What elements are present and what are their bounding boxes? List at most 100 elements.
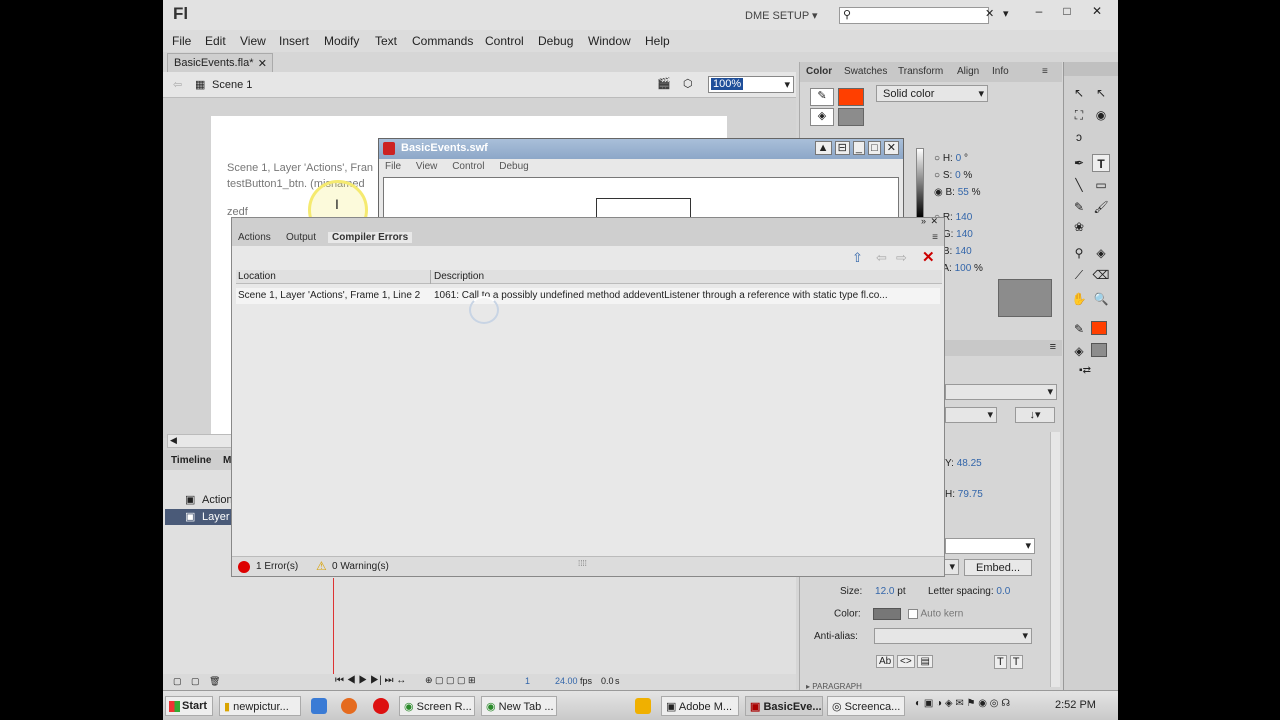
dropdown-icon[interactable]: ▾ [1003, 7, 1009, 20]
superscript-icon[interactable]: T [994, 655, 1007, 669]
tray-icons[interactable]: ◐ ▣ ◑ ◈ ✉ ⚑ ◉ ◎ ☊ [915, 698, 1010, 709]
fill-color-icon[interactable]: ◈ [810, 108, 834, 126]
document-tab[interactable]: BasicEvents.fla* ✕ [167, 53, 273, 72]
menu-debug[interactable]: Debug [538, 34, 573, 48]
pencil-tool-icon[interactable]: ✎ [1070, 198, 1088, 216]
ie-icon[interactable] [311, 698, 327, 714]
menu-view[interactable]: View [240, 34, 266, 48]
search-clear-icon[interactable]: ✕ [985, 7, 994, 20]
taskbar-item-new-tab[interactable]: ◉ New Tab ... [481, 696, 557, 716]
maximize-button[interactable]: □ [1053, 3, 1081, 19]
s-value[interactable]: 0 [955, 170, 961, 181]
tab-output[interactable]: Output [286, 232, 316, 243]
subscript-icon[interactable]: T [1009, 655, 1023, 669]
back-arrow-icon[interactable]: ⇦ [173, 78, 182, 91]
workspace-switcher[interactable]: DME SETUP ▾ [745, 9, 818, 22]
bone-tool-icon[interactable]: ⚲ [1070, 244, 1088, 262]
playhead[interactable] [333, 578, 334, 674]
tab-align[interactable]: Align [957, 66, 979, 77]
next-error-icon[interactable]: ⇨ [896, 250, 907, 266]
properties-scrollbar[interactable] [1050, 432, 1060, 687]
tab-transform[interactable]: Transform [898, 66, 943, 77]
taskbar-item-basicevents[interactable]: ▣ BasicEve... [745, 696, 823, 716]
taskbar-item-adobe[interactable]: ▣ Adobe M... [661, 696, 739, 716]
font-size-value[interactable]: 12.0 [875, 586, 894, 597]
radio-h[interactable]: ○ [934, 153, 940, 164]
radio-s[interactable]: ○ [934, 170, 940, 181]
blue-value[interactable]: 140 [955, 246, 972, 257]
opera-icon[interactable] [373, 698, 389, 714]
menu-commands[interactable]: Commands [412, 34, 473, 48]
resize-grip-icon[interactable]: ⁞⁞⁞⁞ [578, 559, 587, 568]
paint-bucket-tool-icon[interactable]: ◈ [1092, 244, 1110, 262]
swf-menu-view[interactable]: View [416, 161, 438, 172]
tab-swatches[interactable]: Swatches [844, 66, 887, 77]
eyedropper-tool-icon[interactable]: ⟋ [1070, 266, 1088, 284]
help-search-input[interactable]: ⚲ [839, 7, 989, 24]
tab-compiler-errors[interactable]: Compiler Errors [328, 232, 413, 243]
stroke-color-tool-swatch[interactable] [1091, 321, 1107, 335]
g-value[interactable]: 140 [956, 229, 973, 240]
close-button[interactable]: ✕ [1083, 3, 1111, 19]
fill-color-tool-icon[interactable]: ◈ [1070, 342, 1088, 360]
tab-color[interactable]: Color [806, 66, 832, 77]
tab-timeline[interactable]: Timeline [171, 455, 211, 466]
letter-spacing-value[interactable]: 0.0 [996, 586, 1010, 597]
swf-restore-icon[interactable]: ⊟ [834, 141, 850, 155]
layer-row[interactable]: ▣ Action [165, 492, 235, 508]
fill-color-tool-swatch[interactable] [1091, 343, 1107, 357]
eraser-tool-icon[interactable]: ⌫ [1092, 266, 1110, 284]
swf-minimize-icon[interactable]: ▲ [814, 141, 832, 155]
errors-scrollbar[interactable] [940, 288, 942, 548]
panel-menu-icon[interactable]: ≡ [1042, 66, 1048, 77]
paragraph-section[interactable]: ▸ PARAGRAPH [806, 682, 862, 690]
deco-tool-icon[interactable]: ❀ [1070, 218, 1088, 236]
table-row[interactable]: Scene 1, Layer 'Actions', Frame 1, Line … [236, 288, 942, 304]
3d-rotation-tool-icon[interactable]: ◉ [1092, 106, 1110, 124]
tab-info[interactable]: Info [992, 66, 1009, 77]
menu-modify[interactable]: Modify [324, 34, 359, 48]
swf-menu-control[interactable]: Control [452, 161, 484, 172]
text-tool-icon[interactable]: T [1092, 154, 1110, 172]
swap-colors-icon[interactable]: ▪⇄ [1076, 362, 1094, 380]
taskbar-item-folder[interactable]: ▮ newpictur... [219, 696, 301, 716]
stroke-color-tool-icon[interactable]: ✎ [1070, 320, 1088, 338]
app-icon[interactable] [635, 698, 651, 714]
color-type-select[interactable]: Solid color ▾ [876, 85, 988, 102]
zoom-tool-icon[interactable]: 🔍 [1092, 290, 1110, 308]
brush-tool-icon[interactable]: 🖌 [1092, 198, 1110, 216]
close-icon[interactable]: ✕ [930, 216, 938, 227]
stroke-color-icon[interactable]: ✎ [810, 88, 834, 106]
playback-controls[interactable]: ⏮ ◀ ▶ ▶| ⏭ ↔ [335, 675, 406, 686]
pen-tool-icon[interactable]: ✒ [1070, 154, 1088, 172]
swf-maximize-button[interactable]: □ [868, 141, 881, 155]
r-value[interactable]: 140 [956, 212, 973, 223]
text-color-swatch[interactable] [873, 608, 902, 620]
start-button[interactable]: Start [165, 696, 213, 716]
go-to-source-icon[interactable]: ⇧ [852, 250, 863, 266]
alpha-value[interactable]: 100 [955, 263, 972, 274]
free-transform-tool-icon[interactable]: ⛶ [1070, 106, 1088, 124]
panel-menu-icon[interactable]: ≡ [932, 232, 938, 243]
radio-b[interactable]: ◉ [934, 187, 943, 198]
selectable-icon[interactable]: Ab [876, 655, 895, 668]
y-value[interactable]: 48.25 [957, 458, 982, 469]
b-value[interactable]: 55 [958, 187, 969, 198]
embed-button[interactable]: Embed... [964, 559, 1032, 576]
menu-text[interactable]: Text [375, 34, 397, 48]
column-location[interactable]: Location [238, 271, 276, 282]
menu-control[interactable]: Control [485, 34, 524, 48]
add-layer-icon[interactable]: ▢ [173, 676, 182, 687]
minimize-button[interactable]: – [1025, 3, 1053, 19]
column-description[interactable]: Description [434, 271, 484, 282]
stroke-color-swatch[interactable] [838, 88, 864, 106]
border-icon[interactable]: ▤ [917, 655, 933, 668]
collapse-icon[interactable]: » [921, 216, 926, 226]
delete-layer-icon[interactable]: 🗑 [209, 676, 220, 687]
menu-window[interactable]: Window [588, 34, 631, 48]
scroll-left-icon[interactable]: ◀ [170, 435, 177, 446]
tab-actions[interactable]: Actions [238, 232, 271, 243]
edit-symbols-icon[interactable]: ⬡ [683, 77, 693, 90]
line-tool-icon[interactable]: ╲ [1070, 176, 1088, 194]
edit-scene-icon[interactable]: 🎬 [657, 77, 671, 90]
